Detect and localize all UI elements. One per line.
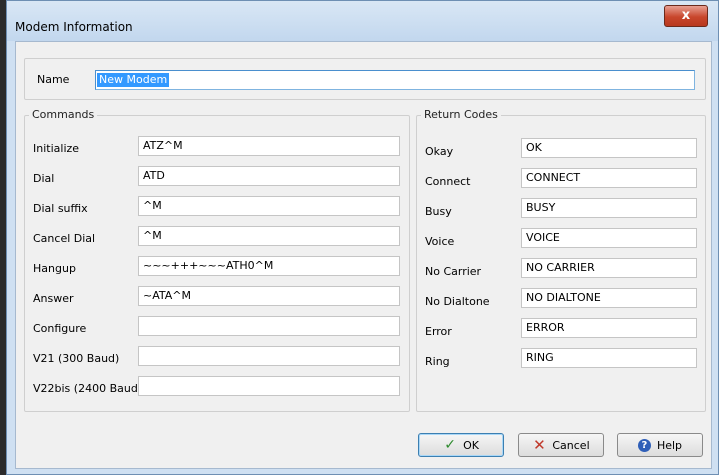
cancel-button-label: Cancel <box>552 438 590 452</box>
name-label: Name <box>37 73 70 86</box>
ok-button[interactable]: ✓ OK <box>418 433 504 457</box>
no-dialtone-field[interactable]: NO DIALTONE <box>521 288 697 308</box>
okay-label: Okay <box>425 145 454 158</box>
commands-group: Commands Initialize ATZ^M Dial ATD Dial … <box>24 108 410 412</box>
no-carrier-field[interactable]: NO CARRIER <box>521 258 697 278</box>
no-carrier-label: No Carrier <box>425 265 482 278</box>
initialize-label: Initialize <box>33 142 80 155</box>
cancel-dial-field[interactable]: ^M <box>138 226 400 246</box>
cancel-dial-label: Cancel Dial <box>33 232 96 245</box>
name-panel: Name New Modem <box>24 58 706 100</box>
connect-field[interactable]: CONNECT <box>521 168 697 188</box>
v21-label: V21 (300 Baud) <box>33 352 120 365</box>
return-codes-group: Return Codes Okay OK Connect CONNECT Bus… <box>416 108 706 412</box>
close-icon: x <box>681 8 691 23</box>
dialog-body: Name New Modem Commands Initialize ATZ^M… <box>15 41 712 469</box>
dial-suffix-field[interactable]: ^M <box>138 196 400 216</box>
ok-button-label: OK <box>463 438 479 452</box>
title-bar[interactable]: Modem Information x <box>7 1 718 41</box>
name-input-value: New Modem <box>97 73 170 87</box>
v22bis-label: V22bis (2400 Baud) <box>33 382 143 395</box>
answer-label: Answer <box>33 292 74 305</box>
window-title: Modem Information <box>15 20 133 34</box>
v22bis-field[interactable] <box>138 376 400 396</box>
busy-label: Busy <box>425 205 452 218</box>
modem-information-dialog: Modem Information x Name New Modem Comma… <box>6 0 719 475</box>
error-label: Error <box>425 325 452 338</box>
initialize-field[interactable]: ATZ^M <box>138 136 400 156</box>
hangup-label: Hangup <box>33 262 76 275</box>
okay-field[interactable]: OK <box>521 138 697 158</box>
v21-field[interactable] <box>138 346 400 366</box>
ring-label: Ring <box>425 355 450 368</box>
cancel-button[interactable]: ✕ Cancel <box>518 433 604 457</box>
configure-label: Configure <box>33 322 87 335</box>
dial-label: Dial <box>33 172 55 185</box>
name-input[interactable]: New Modem <box>95 70 695 90</box>
check-icon: ✓ <box>444 437 456 453</box>
no-dialtone-label: No Dialtone <box>425 295 490 308</box>
connect-label: Connect <box>425 175 471 188</box>
voice-field[interactable]: VOICE <box>521 228 697 248</box>
busy-field[interactable]: BUSY <box>521 198 697 218</box>
ring-field[interactable]: RING <box>521 348 697 368</box>
voice-label: Voice <box>425 235 455 248</box>
close-button[interactable]: x <box>664 5 708 27</box>
hangup-field[interactable]: ~~~+++~~~ATH0^M <box>138 256 400 276</box>
configure-field[interactable] <box>138 316 400 336</box>
commands-group-title: Commands <box>29 108 98 121</box>
return-codes-group-title: Return Codes <box>421 108 501 121</box>
dial-suffix-label: Dial suffix <box>33 202 88 215</box>
answer-field[interactable]: ~ATA^M <box>138 286 400 306</box>
help-icon: ? <box>637 438 651 452</box>
x-icon: ✕ <box>533 436 546 454</box>
help-button[interactable]: ? Help <box>617 433 703 457</box>
error-field[interactable]: ERROR <box>521 318 697 338</box>
dial-field[interactable]: ATD <box>138 166 400 186</box>
help-button-label: Help <box>656 438 683 452</box>
